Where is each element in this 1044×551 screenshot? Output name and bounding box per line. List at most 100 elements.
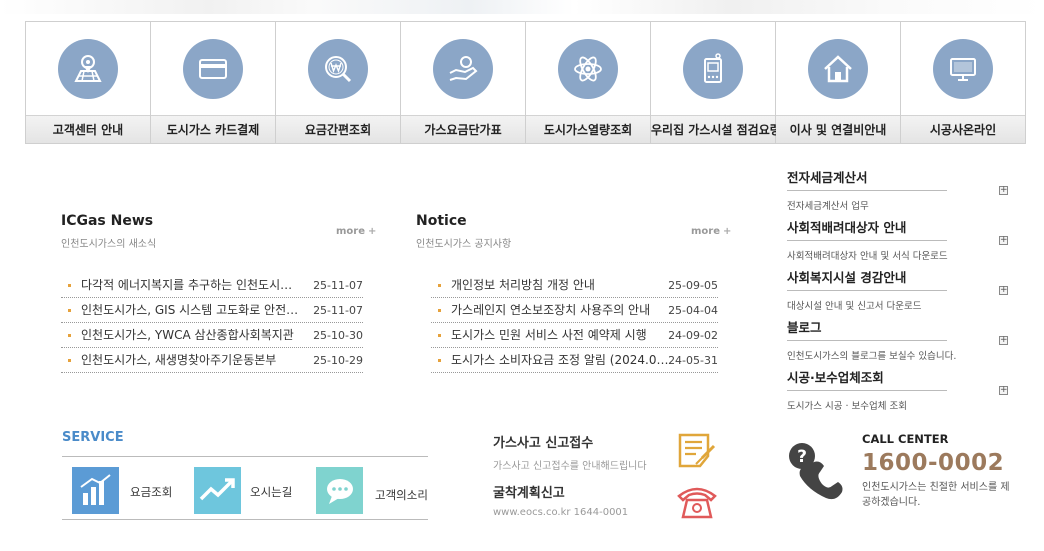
- quick-menu-label: 도시가스열량조회: [526, 115, 650, 143]
- divider: [62, 456, 428, 457]
- credit-card-icon: [183, 39, 243, 99]
- telephone-icon: [677, 487, 717, 519]
- right-link-desc: 인천도시가스의 블로그를 보실수 있습니다.: [787, 351, 957, 362]
- news-item-link[interactable]: 인천도시가스, GIS 시스템 고도화로 안전관리: [81, 298, 301, 323]
- news-title: ICGas News: [61, 213, 154, 229]
- news-item-date: 25-10-29: [313, 354, 363, 367]
- quick-menu-card-payment[interactable]: 도시가스 카드결제: [151, 22, 276, 143]
- call-center-number[interactable]: 1600-0002: [862, 450, 1004, 476]
- right-link-desc: 전자세금계산서 업무: [787, 201, 869, 212]
- right-link-desc: 대상시설 안내 및 신고서 다운로드: [787, 301, 922, 312]
- service-title: SERVICE: [62, 430, 124, 445]
- service-label: 고객의소리: [375, 488, 428, 502]
- right-link-blog: 블로그 인천도시가스의 블로그를 보실수 있습니다. +: [787, 316, 1009, 366]
- list-item: 가스레인지 연소보조장치 사용주의 안내 25-04-04: [431, 298, 718, 323]
- notice-item-link[interactable]: 도시가스 소비자요금 조정 알림 (2024.06.01): [451, 348, 671, 373]
- right-link-title[interactable]: 블로그: [787, 316, 947, 341]
- excavation-report[interactable]: 굴착계획신고 www.eocs.co.kr 1644-0001: [493, 482, 733, 526]
- notice-list: 개인정보 처리방침 개정 안내 25-09-05 가스레인지 연소보조장치 사용주…: [431, 273, 718, 373]
- bullet-icon: [438, 284, 441, 287]
- call-center-desc: 인천도시가스는 친절한 서비스를 제공하겠습니다.: [862, 482, 1010, 508]
- news-item-date: 25-11-07: [313, 279, 363, 292]
- plus-icon[interactable]: +: [999, 236, 1008, 245]
- list-item: 인천도시가스, GIS 시스템 고도화로 안전관리 25-11-07: [61, 298, 363, 323]
- divider: [62, 519, 428, 520]
- quick-menu-customer-center[interactable]: 고객센터 안내: [26, 22, 151, 143]
- plus-icon[interactable]: +: [999, 186, 1008, 195]
- right-link-title[interactable]: 사회적배려대상자 안내: [787, 216, 947, 241]
- notice-more-link[interactable]: more +: [691, 226, 731, 237]
- trend-line-icon: [194, 467, 241, 514]
- plus-icon: +: [368, 226, 377, 237]
- house-icon: [808, 39, 868, 99]
- report-form-icon: [678, 433, 716, 468]
- right-link-social-care: 사회적배려대상자 안내 사회적배려대상자 안내 및 서식 다운로드 +: [787, 216, 1009, 266]
- right-links: 전자세금계산서 전자세금계산서 업무 + 사회적배려대상자 안내 사회적배려대상…: [787, 166, 1009, 416]
- atom-icon: [558, 39, 618, 99]
- gas-accident-report[interactable]: 가스사고 신고접수 가스사고 신고접수를 안내해드립니다: [493, 432, 733, 476]
- service-label: 요금조회: [130, 485, 173, 499]
- list-item: 다각적 에너지복지를 추구하는 인천도시가스 25-11-07: [61, 273, 363, 298]
- hand-coin-icon: [433, 39, 493, 99]
- news-item-link[interactable]: 다각적 에너지복지를 추구하는 인천도시가스: [81, 273, 301, 298]
- quick-menu-label: 가스요금단가표: [401, 115, 525, 143]
- service-section: SERVICE 요금조회 오시는길 고객의소리: [62, 430, 428, 520]
- plus-icon[interactable]: +: [999, 336, 1008, 345]
- list-item: 도시가스 민원 서비스 사전 예약제 시행 24-09-02: [431, 323, 718, 348]
- list-item: 개인정보 처리방침 개정 안내 25-09-05: [431, 273, 718, 298]
- service-label: 오시는길: [250, 485, 293, 499]
- plus-icon[interactable]: +: [999, 286, 1008, 295]
- quick-menu-label: 요금간편조회: [276, 115, 400, 143]
- quick-menu-calorie[interactable]: 도시가스열량조회: [526, 22, 651, 143]
- notice-subtitle: 인천도시가스 공지사항: [416, 239, 512, 250]
- bullet-icon: [438, 334, 441, 337]
- quick-menu-label: 고객센터 안내: [26, 115, 150, 143]
- list-item: 도시가스 소비자요금 조정 알림 (2024.06.01) 24-05-31: [431, 348, 718, 373]
- right-link-title[interactable]: 시공·보수업체조회: [787, 366, 947, 391]
- quick-menu-label: 도시가스 카드결제: [151, 115, 275, 143]
- bullet-icon: [68, 309, 71, 312]
- right-link-desc: 사회적배려대상자 안내 및 서식 다운로드: [787, 251, 948, 262]
- news-item-link[interactable]: 인천도시가스, 새생명찾아주기운동본부: [81, 348, 301, 373]
- right-link-contractor-search: 시공·보수업체조회 도시가스 시공 · 보수업체 조회 +: [787, 366, 1009, 416]
- won-search-icon: [308, 39, 368, 99]
- quick-menu-label: 우리집 가스시설 점검요령: [651, 115, 781, 143]
- notice-item-link[interactable]: 가스레인지 연소보조장치 사용주의 안내: [451, 298, 671, 323]
- news-subtitle: 인천도시가스의 새소식: [61, 239, 157, 250]
- news-item-link[interactable]: 인천도시가스, YWCA 삼산종합사회복지관: [81, 323, 301, 348]
- quick-menu-rate-table[interactable]: 가스요금단가표: [401, 22, 526, 143]
- plus-icon[interactable]: +: [999, 386, 1008, 395]
- quick-menu-bill-lookup[interactable]: 요금간편조회: [276, 22, 401, 143]
- list-item: 인천도시가스, 새생명찾아주기운동본부 25-10-29: [61, 348, 363, 373]
- quick-menu-home-inspection[interactable]: 우리집 가스시설 점검요령: [651, 22, 781, 143]
- bar-chart-icon: [72, 467, 119, 514]
- monitor-icon: [933, 39, 993, 99]
- map-pin-icon: [58, 39, 118, 99]
- notice-item-link[interactable]: 도시가스 민원 서비스 사전 예약제 시행: [451, 323, 671, 348]
- call-center-label: CALL CENTER: [862, 432, 949, 446]
- bullet-icon: [438, 359, 441, 362]
- quick-menu-label: 시공사온라인: [901, 115, 1025, 143]
- right-link-welfare-facility: 사회복지시설 경감안내 대상시설 안내 및 신고서 다운로드 +: [787, 266, 1009, 316]
- speech-bubble-icon: [316, 467, 363, 514]
- bullet-icon: [438, 309, 441, 312]
- top-banner-band: [0, 0, 1044, 14]
- news-more-link[interactable]: more +: [336, 226, 376, 237]
- gas-meter-icon: [683, 39, 743, 99]
- bullet-icon: [68, 359, 71, 362]
- quick-menu: 고객센터 안내 도시가스 카드결제 요금간편조회 가스요금단가표 도시가스열량조…: [25, 21, 1026, 144]
- plus-icon: +: [723, 226, 732, 237]
- quick-menu-contractor-online[interactable]: 시공사온라인: [901, 22, 1025, 143]
- notice-item-date: 24-05-31: [668, 354, 718, 367]
- quick-menu-moving[interactable]: 이사 및 연결비안내: [776, 22, 901, 143]
- bullet-icon: [68, 334, 71, 337]
- right-link-title[interactable]: 전자세금계산서: [787, 166, 947, 191]
- phone-question-icon: ?: [789, 443, 843, 500]
- right-link-desc: 도시가스 시공 · 보수업체 조회: [787, 401, 907, 412]
- call-center: ? CALL CENTER 1600-0002 인천도시가스는 친절한 서비스를…: [786, 432, 1016, 532]
- notice-item-date: 25-04-04: [668, 304, 718, 317]
- notice-item-date: 24-09-02: [668, 329, 718, 342]
- right-link-tax-invoice: 전자세금계산서 전자세금계산서 업무 +: [787, 166, 1009, 216]
- right-link-title[interactable]: 사회복지시설 경감안내: [787, 266, 947, 291]
- notice-item-link[interactable]: 개인정보 처리방침 개정 안내: [451, 273, 671, 298]
